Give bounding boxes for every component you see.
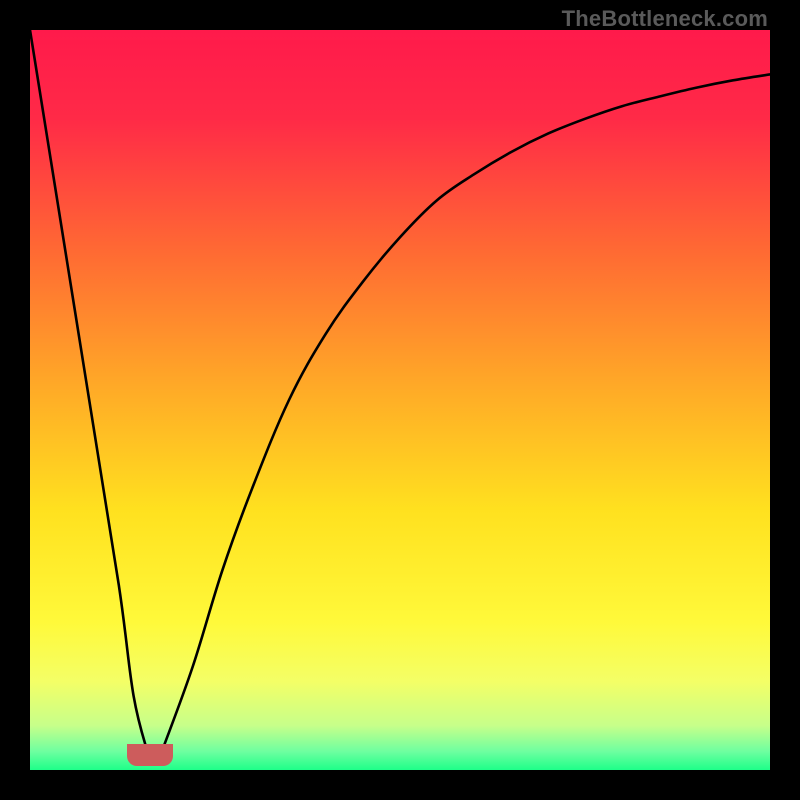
curve-right-branch	[163, 74, 770, 747]
bottleneck-curve	[30, 30, 770, 770]
watermark-text: TheBottleneck.com	[562, 6, 768, 32]
chart-frame: TheBottleneck.com	[0, 0, 800, 800]
curve-left-branch	[30, 30, 148, 755]
plot-area	[30, 30, 770, 770]
optimal-marker	[127, 744, 173, 766]
